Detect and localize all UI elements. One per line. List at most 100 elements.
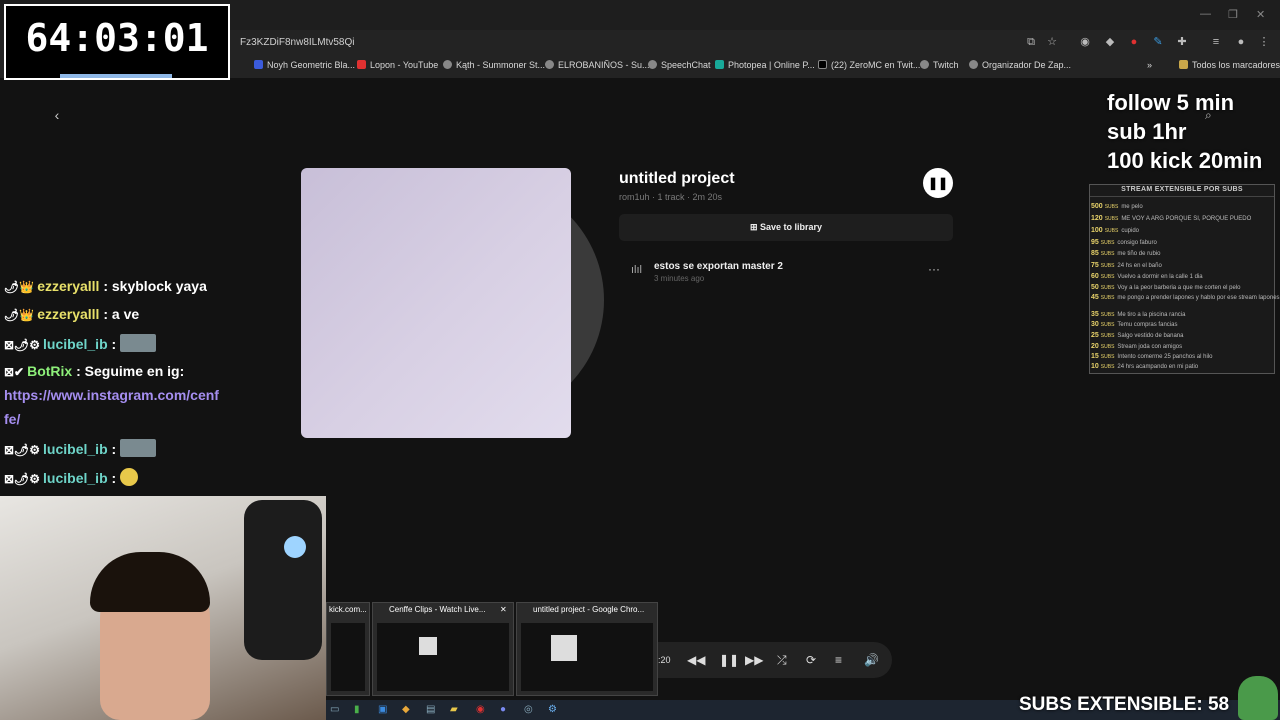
chat-message: ⊠🌶⚙ lucibel_ib : [4, 439, 157, 457]
chrome-icon[interactable]: ◉ [476, 704, 485, 715]
chat-message: 🌶👑 ezzeryalll : skyblock yaya [4, 278, 207, 294]
folder-icon[interactable]: ▰ [450, 704, 458, 715]
track-more-icon[interactable]: ··· [928, 262, 940, 276]
save-to-library-button[interactable]: ⊞ Save to library [619, 214, 953, 241]
subs-goal-row: 120 SUBS ME VOY A ARG PORQUE SI, PORQUE PU… [1091, 215, 1252, 222]
extension-icon[interactable]: ✎ [1152, 36, 1164, 48]
subs-goal-row: 75 SUBS 24 hs en el baño [1091, 262, 1162, 269]
app-icon [254, 60, 263, 69]
badge-icon: ⊠✔ [4, 365, 25, 379]
project-title: untitled project [619, 170, 735, 187]
taskbar-preview[interactable]: untitled project - Google Chro... [516, 602, 658, 696]
subs-panel-title: STREAM EXTENSIBLE POR SUBS [1090, 186, 1274, 197]
extension-icon[interactable]: ● [1128, 36, 1140, 48]
timer-text: 64:03:01 [25, 16, 209, 60]
minimize-icon[interactable]: — [1200, 8, 1211, 20]
translate-icon[interactable]: ⧉ [1025, 36, 1037, 48]
badge-icon: ⊠🌶⚙ [4, 443, 41, 457]
bookmark-item[interactable]: Photopea | Online P... [715, 60, 815, 70]
menu-icon[interactable]: ≡ [1210, 36, 1222, 48]
chat-message: ⊠✔ BotRix : Seguime en ig: [4, 363, 185, 379]
player-time: :20 [658, 655, 671, 665]
maximize-icon[interactable]: ❐ [1228, 8, 1238, 21]
badge-icon: 🌶👑 [4, 280, 35, 294]
globe-icon [648, 60, 657, 69]
pause-icon[interactable]: ❚❚ [719, 653, 739, 667]
chat-message: ⊠🌶⚙ lucibel_ib : [4, 334, 157, 352]
discord-icon[interactable]: ● [500, 704, 506, 715]
globe-icon [443, 60, 452, 69]
subs-goal-row: 45 SUBS me pongo a prender lapones y hablo… [1091, 294, 1280, 301]
x-icon [818, 60, 827, 69]
forward-icon[interactable]: ▶▶ [745, 653, 763, 667]
bookmark-item[interactable]: ELROBANIÑOS - Su... [545, 60, 650, 70]
taskbar-app-icon[interactable]: ▮ [354, 704, 360, 715]
repeat-icon[interactable]: ⟳ [806, 653, 816, 667]
all-bookmarks[interactable]: Todos los marcadores [1179, 60, 1280, 70]
project-meta: rom1uh · 1 track · 2m 20s [619, 192, 723, 202]
subs-goal-row: 20 SUBS Stream joda con amigos [1091, 343, 1183, 350]
bookmark-item[interactable]: (22) ZeroMC en Twit... [818, 60, 920, 70]
subs-goal-row: 500 SUBS me pelo [1091, 203, 1143, 210]
star-icon[interactable]: ☆ [1046, 36, 1058, 48]
avatar[interactable]: ● [1235, 36, 1247, 48]
steam-icon[interactable]: ⚙ [548, 704, 557, 715]
subs-goal-row: 25 SUBS Salgo vestido de banana [1091, 332, 1184, 339]
badge-icon: ⊠🌶⚙ [4, 472, 41, 486]
subs-goal-row: 35 SUBS Me tiro a la piscina rancia [1091, 311, 1186, 318]
volume-icon[interactable]: 🔊 [864, 653, 879, 667]
pause-button[interactable]: ❚❚ [923, 168, 953, 198]
taskbar-app-icon[interactable]: ▤ [426, 704, 435, 715]
subs-goal-row: 85 SUBS me tiño de rubio [1091, 250, 1161, 257]
queue-icon[interactable]: ≡ [835, 653, 842, 667]
taskbar-app-icon[interactable]: ▣ [378, 704, 387, 715]
chat-link[interactable]: https://www.instagram.com/cenf [4, 387, 219, 403]
track-name[interactable]: estos se exportan master 2 [654, 261, 783, 272]
chat-link[interactable]: fe/ [4, 411, 20, 427]
extension-icon[interactable]: ◉ [1079, 36, 1091, 48]
url-field[interactable]: Fz3KZDiF8nw8ILMtv58Qi [240, 34, 1060, 52]
subs-goal-row: 30 SUBS Temu compras fancias [1091, 321, 1178, 328]
obs-icon[interactable]: ◎ [524, 704, 533, 715]
folder-icon [1179, 60, 1188, 69]
close-icon[interactable]: ✕ [500, 605, 507, 614]
bookmark-item[interactable]: Kąth - Summoner St... [443, 60, 545, 70]
taskbar-app-icon[interactable]: ◆ [402, 704, 410, 715]
subs-goal-row: 100 SUBS cupido [1091, 227, 1139, 234]
subs-goal-row: 60 SUBS Vuelvo a dormir en la calle 1 dia [1091, 273, 1203, 280]
close-icon[interactable]: ✕ [1256, 8, 1265, 21]
follow-line: sub 1hr [1107, 119, 1187, 144]
waveform-icon: ılıl [631, 264, 642, 276]
globe-icon [969, 60, 978, 69]
subs-goal-row: 15 SUBS Intento comerme 25 panchos al hilo [1091, 353, 1213, 360]
shuffle-icon[interactable]: ⤮ [777, 653, 787, 668]
bookmark-item[interactable]: Lopon - YouTube [357, 60, 438, 70]
taskbar-preview[interactable]: Cenffe Clips - Watch Live... ✕ [372, 602, 514, 696]
emote-image [120, 334, 157, 352]
emote-image [120, 439, 157, 457]
rewind-icon[interactable]: ◀◀ [687, 653, 705, 667]
youtube-icon [357, 60, 366, 69]
gaming-chair [244, 500, 322, 660]
follow-line: follow 5 min [1107, 90, 1235, 115]
subs-extensible-counter: SUBS EXTENSIBLE: 58 [1019, 694, 1230, 715]
back-icon[interactable]: ‹ [48, 106, 66, 124]
badge-icon: 🌶👑 [4, 308, 35, 322]
photopea-icon [715, 60, 724, 69]
timer-bar [60, 74, 172, 78]
chat-message: 🌶👑 ezzeryalll : a ve [4, 306, 140, 322]
taskbar-preview[interactable]: kick.com... [326, 602, 370, 696]
subs-goal-row: 95 SUBS consigo faburo [1091, 239, 1157, 246]
puzzle-icon[interactable]: ✚ [1176, 36, 1188, 48]
follow-line: 100 kick 20min [1107, 148, 1263, 173]
bookmark-item[interactable]: Organizador De Zap... [969, 60, 1071, 70]
track-time: 3 minutes ago [654, 274, 705, 283]
bookmark-item[interactable]: Twitch [920, 60, 959, 70]
kebab-menu-icon[interactable]: ⋮ [1258, 36, 1270, 48]
more-bookmarks-icon[interactable]: » [1147, 60, 1152, 70]
bookmark-item[interactable]: Noyh Geometric Bla... [254, 60, 355, 70]
extension-icon[interactable]: ◆ [1104, 36, 1116, 48]
taskbar-app-icon[interactable]: ▭ [330, 704, 339, 715]
project-cover [301, 168, 571, 438]
bookmark-item[interactable]: SpeechChat [648, 60, 711, 70]
